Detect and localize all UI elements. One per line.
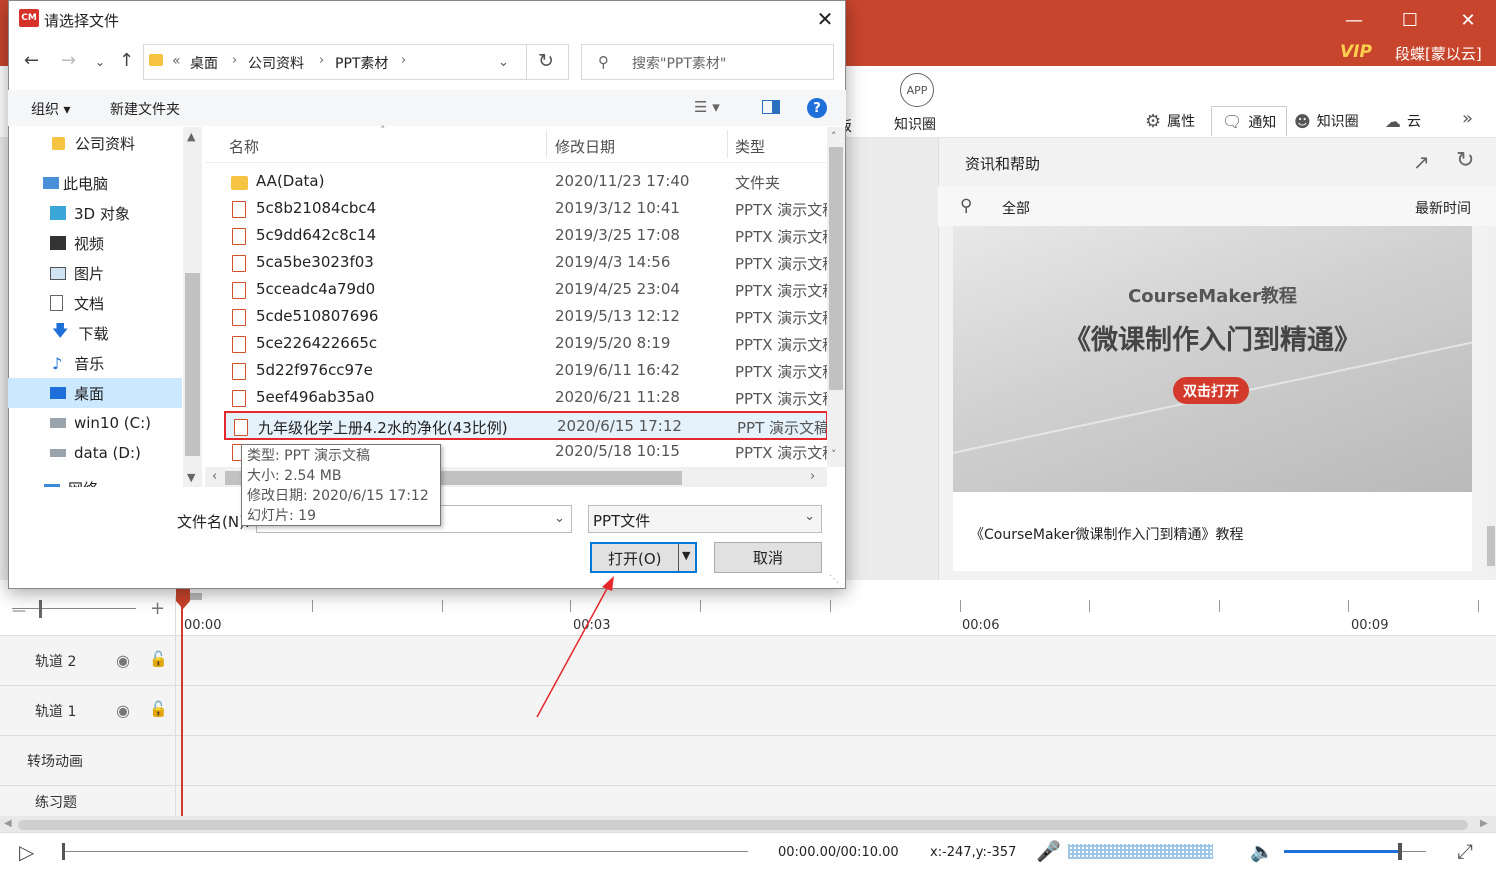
annotation-arrow bbox=[536, 576, 614, 718]
